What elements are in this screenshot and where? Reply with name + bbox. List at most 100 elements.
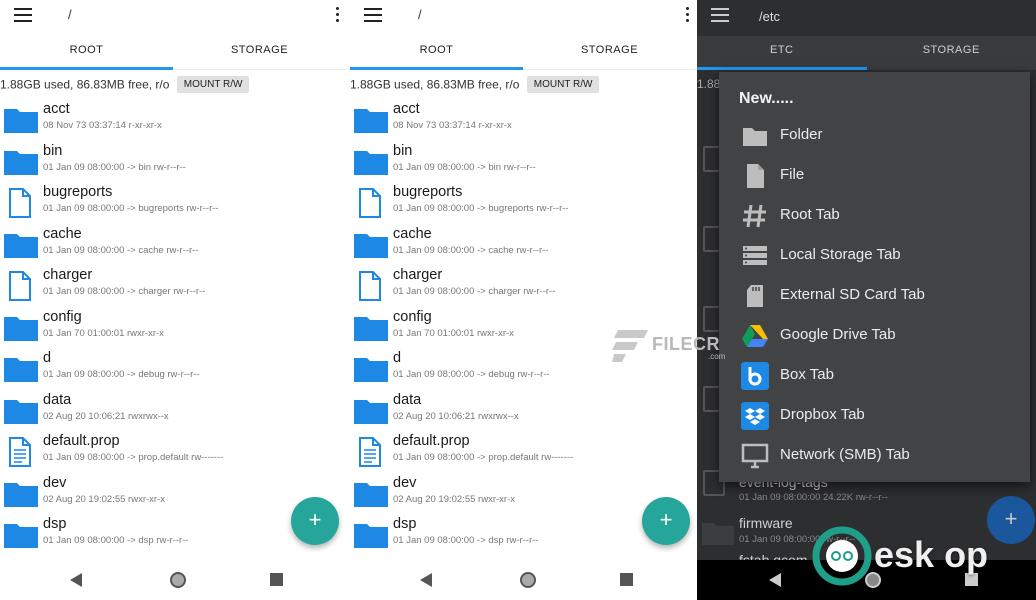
folder-icon [4, 524, 38, 548]
menu-item-external-sd-card-tab[interactable]: External SD Card Tab [719, 276, 1030, 316]
file-meta: 01 Jan 09 08:00:00 -> cache rw-r--r-- [393, 244, 549, 256]
more-options-icon[interactable] [686, 7, 690, 23]
folder-icon [354, 316, 388, 341]
add-fab-button[interactable]: + [642, 497, 690, 545]
new-item-menu: New..... Folder File Root Tab Local Storage… [719, 72, 1030, 482]
tab-storage[interactable]: STORAGE [523, 36, 696, 70]
home-icon[interactable] [520, 572, 536, 588]
file-meta: 01 Jan 09 08:00:00 -> debug rw-r--r-- [43, 369, 200, 380]
menu-item-label: File [780, 166, 805, 183]
back-icon[interactable] [420, 573, 432, 587]
filecr-logo-icon [612, 330, 648, 362]
folder-icon [4, 150, 38, 175]
list-item[interactable]: bugreports 01 Jan 09 08:00:00 -> bugrepor… [0, 184, 346, 226]
current-path: / [418, 7, 422, 22]
plus-icon: + [308, 507, 322, 532]
plus-icon: + [659, 507, 673, 532]
menu-item-dropbox-tab[interactable]: Dropbox Tab [719, 396, 1030, 436]
file-meta: 01 Jan 09 08:00:00 -> cache rw-r--r-- [43, 244, 199, 256]
file-name: bin [43, 142, 63, 159]
folder-icon [4, 109, 38, 133]
file-name: acct [43, 101, 70, 117]
home-icon[interactable] [170, 572, 186, 588]
list-item[interactable]: acct 08 Nov 73 03:37:14 r-xr-xr-x [0, 101, 346, 143]
tab-storage[interactable]: STORAGE [867, 36, 1036, 70]
file-meta: 01 Jan 09 08:00:00 -> prop.default rw---… [393, 452, 574, 463]
file-name: dev [393, 474, 417, 491]
list-item[interactable]: default.prop 01 Jan 09 08:00:00 -> prop.d… [350, 433, 696, 475]
list-item[interactable]: default.prop 01 Jan 09 08:00:00 -> prop.d… [0, 433, 346, 475]
list-item[interactable]: cache 01 Jan 09 08:00:00 -> cache rw-r--r… [350, 226, 696, 268]
tab-bar: ROOT STORAGE [350, 36, 696, 70]
file-meta: 08 Nov 73 03:37:14 r-xr-xr-x [393, 120, 512, 131]
list-item[interactable]: bin 01 Jan 09 08:00:00 -> bin rw-r--r-- [0, 143, 346, 185]
recents-icon[interactable] [270, 573, 283, 586]
list-item[interactable]: cache 01 Jan 09 08:00:00 -> cache rw-r--r… [0, 226, 346, 268]
file-name: default.prop [393, 433, 470, 449]
folder-icon [4, 233, 38, 258]
file-name: dsp [43, 516, 67, 532]
list-item[interactable]: acct 08 Nov 73 03:37:14 r-xr-xr-x [350, 101, 696, 143]
google-drive-icon [742, 325, 768, 347]
menu-item-folder[interactable]: Folder [719, 116, 1030, 156]
file-name: acct [393, 101, 420, 117]
tab-etc[interactable]: ETC [697, 36, 867, 70]
back-icon[interactable] [70, 573, 82, 587]
desktop-watermark: esk op [812, 522, 1022, 588]
file-meta: 01 Jan 09 08:00:00 -> prop.default rw---… [43, 452, 224, 463]
list-item[interactable]: data 02 Aug 20 10:06:21 rwxrwx--x [0, 392, 346, 434]
list-item[interactable]: bugreports 01 Jan 09 08:00:00 -> bugrepor… [350, 184, 696, 226]
hamburger-menu-icon[interactable] [14, 8, 32, 22]
menu-item-label: Dropbox Tab [780, 406, 865, 423]
menu-item-label: Folder [780, 126, 823, 143]
hamburger-menu-icon[interactable] [711, 8, 729, 22]
back-icon[interactable] [769, 573, 781, 587]
mount-rw-button[interactable]: MOUNT R/W [176, 76, 250, 93]
tab-root[interactable]: ROOT [0, 36, 173, 70]
file-meta: 08 Nov 73 03:37:14 r-xr-xr-x [43, 120, 162, 131]
folder-icon [354, 150, 388, 175]
list-item[interactable]: bin 01 Jan 09 08:00:00 -> bin rw-r--r-- [350, 143, 696, 185]
file-name: cache [43, 225, 82, 242]
text-file-icon [9, 437, 31, 467]
more-options-icon[interactable] [336, 7, 340, 23]
file-list: acct 08 Nov 73 03:37:14 r-xr-xr-x bin 01 Ja… [0, 101, 346, 558]
mount-rw-button[interactable]: MOUNT R/W [526, 76, 600, 93]
list-item[interactable]: config 01 Jan 70 01:00:01 rwxr-xr-x [0, 309, 346, 351]
file-icon [9, 188, 31, 218]
file-meta: 01 Jan 09 08:00:00 -> bugreports rw-r--r… [393, 203, 569, 214]
folder-icon [354, 482, 388, 507]
text-file-icon [359, 437, 381, 467]
menu-item-local-storage-tab[interactable]: Local Storage Tab [719, 236, 1030, 276]
menu-item-file[interactable]: File [719, 156, 1030, 196]
folder-icon [354, 399, 388, 424]
system-nav-bar [0, 560, 346, 600]
tab-root[interactable]: ROOT [350, 36, 523, 70]
menu-item-box-tab[interactable]: Box Tab [719, 356, 1030, 396]
file-meta: 01 Jan 09 08:00:00 24.22K rw-r--r-- [739, 492, 888, 503]
recents-icon[interactable] [620, 573, 633, 586]
list-item[interactable]: charger 01 Jan 09 08:00:00 -> charger rw-… [0, 267, 346, 309]
menu-item-network-smb-tab[interactable]: Network (SMB) Tab [719, 436, 1030, 476]
file-name: firmware [739, 515, 793, 531]
file-name: bugreports [43, 184, 113, 200]
file-name: config [43, 308, 82, 325]
top-app-bar: /etc [697, 0, 1036, 30]
menu-item-root-tab[interactable]: Root Tab [719, 196, 1030, 236]
list-item[interactable]: data 02 Aug 20 10:06:21 rwxrwx--x [350, 392, 696, 434]
hamburger-menu-icon[interactable] [364, 8, 382, 22]
menu-item-google-drive-tab[interactable]: Google Drive Tab [719, 316, 1030, 356]
tab-bar: ROOT STORAGE [0, 36, 346, 70]
file-meta: 01 Jan 09 08:00:00 -> bugreports rw-r--r… [43, 203, 219, 214]
add-fab-button[interactable]: + [291, 497, 339, 545]
folder-icon [702, 523, 734, 545]
list-item[interactable]: d 01 Jan 09 08:00:00 -> debug rw-r--r-- [0, 350, 346, 392]
storage-status-text: 1.88GB used, 86.83MB free, r/o [0, 77, 170, 92]
current-path: / [68, 7, 72, 22]
file-meta: 01 Jan 09 08:00:00 -> charger rw-r--r-- [43, 286, 206, 297]
tab-storage[interactable]: STORAGE [173, 36, 346, 70]
file-name: charger [43, 267, 93, 283]
file-name: dev [43, 474, 67, 491]
storage-icon [743, 246, 767, 265]
list-item[interactable]: charger 01 Jan 09 08:00:00 -> charger rw-… [350, 267, 696, 309]
